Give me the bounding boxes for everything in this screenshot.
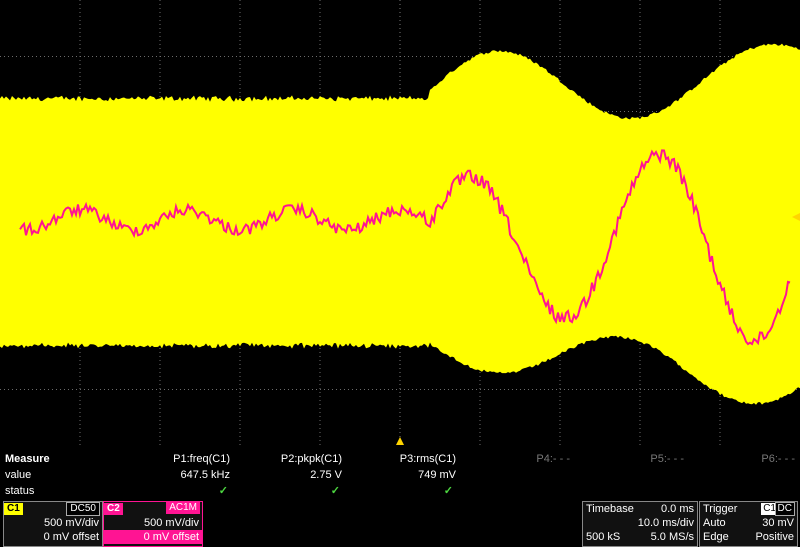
waveform-display[interactable]: C1 [0, 0, 800, 445]
param-p3-name[interactable]: P3:rms(C1) [346, 451, 456, 467]
trigger-level: 30 mV [762, 517, 794, 529]
param-p1-value: 647.5 kHz [180, 469, 230, 481]
value-row-label: value [5, 469, 32, 481]
timebase-tdiv: 10.0 ms/div [637, 517, 694, 529]
channel-c1-descriptor[interactable]: C1 DC50 500 mV/div 0 mV offset [3, 501, 103, 547]
c2-vdiv: 500 mV/div [143, 517, 199, 529]
trigger-type: Edge [703, 531, 729, 543]
c1-vdiv: 500 mV/div [43, 517, 99, 529]
c2-coupling-badge: AC1M [166, 502, 200, 514]
c1-offset: 0 mV offset [43, 531, 99, 543]
timebase-samples: 500 kS [586, 531, 621, 543]
trigger-position-marker[interactable] [396, 437, 404, 445]
param-p1-name[interactable]: P1:freq(C1) [120, 451, 230, 467]
param-p2-value: 2.75 V [310, 469, 342, 481]
timebase-rate: 5.0 MS/s [650, 531, 694, 543]
trigger-mode: Auto [703, 517, 726, 529]
trigger-descriptor[interactable]: Trigger C1 DC Auto 30 mV Edge Positive [699, 501, 798, 547]
param-p6-name[interactable]: P6:- - - [685, 451, 795, 467]
param-p2-status-check-icon: ✓ [330, 485, 340, 497]
param-p5-name[interactable]: P5:- - - [574, 451, 684, 467]
trigger-coupling-badge: DC [774, 502, 795, 516]
param-p1-status-check-icon: ✓ [218, 485, 228, 497]
c2-label: C2 [104, 503, 123, 515]
param-p2-name[interactable]: P2:pkpk(C1) [232, 451, 342, 467]
param-p3-status-check-icon: ✓ [443, 485, 453, 497]
measure-title: Measure [5, 453, 50, 465]
c1-coupling-badge: DC50 [66, 502, 100, 516]
timebase-descriptor[interactable]: Timebase 0.0 ms 10.0 ms/div 500 kS 5.0 M… [582, 501, 698, 547]
trigger-label: Trigger [703, 503, 738, 515]
param-p4-name[interactable]: P4:- - - [460, 451, 570, 467]
timebase-label: Timebase [586, 503, 634, 515]
measure-panel: Measure P1:freq(C1) P2:pkpk(C1) P3:rms(C… [0, 445, 800, 547]
timebase-delay: 0.0 ms [660, 503, 694, 515]
c2-offset: 0 mV offset [104, 530, 202, 544]
channel-c2-descriptor[interactable]: C2 AC1M 500 mV/div 0 mV offset [103, 501, 203, 547]
trigger-slope: Positive [755, 531, 794, 543]
c1-label: C1 [4, 503, 23, 515]
svg-text:C1: C1 [4, 210, 16, 220]
status-row-label: status [5, 485, 35, 497]
param-p3-value: 749 mV [418, 469, 456, 481]
